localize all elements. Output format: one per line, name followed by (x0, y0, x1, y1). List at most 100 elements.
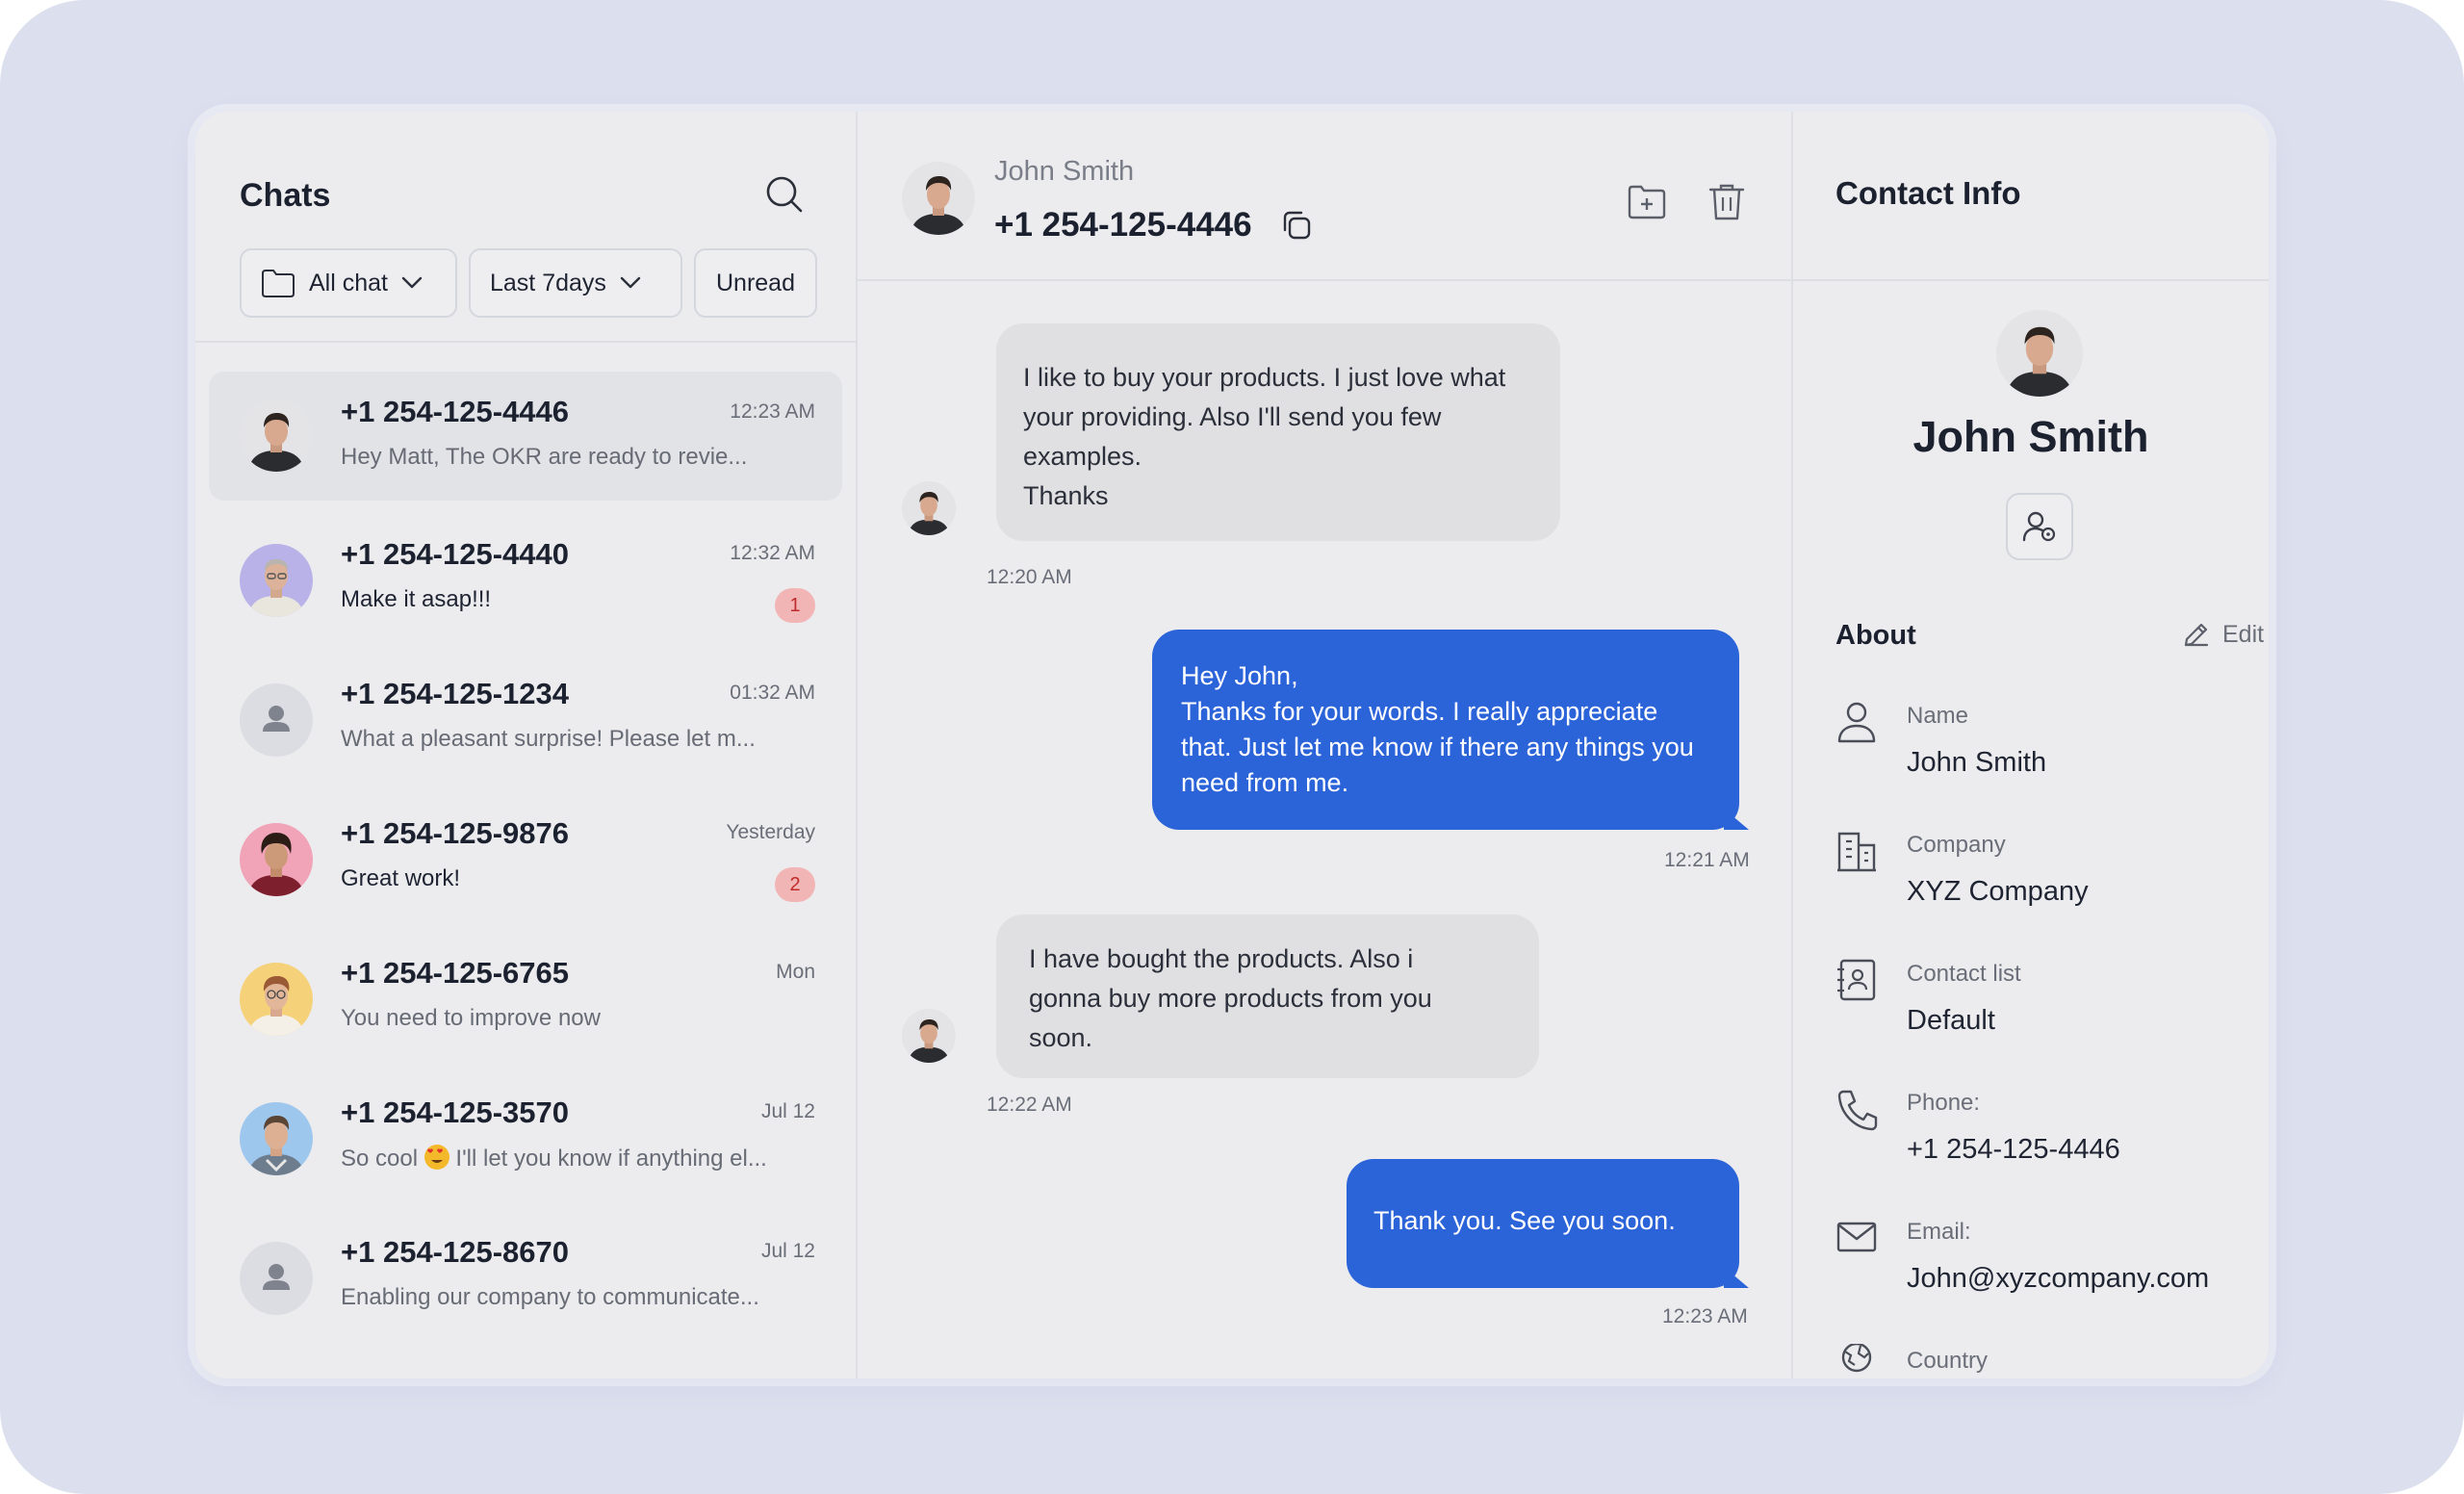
message-time: 12:22 AM (987, 1094, 1072, 1116)
about-heading: About (1835, 620, 1916, 651)
chat-time: 12:23 AM (730, 400, 815, 423)
globe-icon (1835, 1342, 1878, 1378)
contact-info-header: Contact Info (1793, 112, 2269, 281)
chat-sidebar: Chats All chat Last 7days Unread +1 254-… (195, 112, 858, 1378)
message-line: soon. (1029, 1023, 1093, 1052)
field-label: Name (1907, 703, 1969, 729)
chat-item[interactable]: +1 254-125-9876 Great work! Yesterday 2 (195, 790, 856, 930)
field-label: Email: (1907, 1219, 1971, 1245)
folder-icon (262, 270, 295, 297)
date-range-dropdown[interactable]: Last 7days (469, 248, 682, 318)
copy-icon[interactable] (1279, 208, 1314, 243)
field-value: Default (1907, 1005, 1995, 1036)
avatar (240, 1102, 313, 1175)
contact-field-phone: Phone: +1 254-125-4446 (1835, 1086, 2240, 1192)
sidebar-title: Chats (240, 177, 331, 214)
chat-phone: +1 254-125-4440 (341, 537, 570, 571)
message-line: gonna buy more products from you (1029, 984, 1432, 1013)
contact-info-title: Contact Info (1835, 175, 2021, 211)
chevron-down-icon (401, 276, 423, 289)
conversation-phone: +1 254-125-4446 (994, 206, 1252, 244)
message-line: Thanks for your words. I really apprecia… (1181, 697, 1658, 726)
chat-phone: +1 254-125-9876 (341, 816, 570, 850)
message-time: 12:20 AM (987, 566, 1072, 588)
contact-name: John Smith (1912, 412, 2149, 461)
chat-phone: +1 254-125-1234 (341, 677, 570, 710)
message-time: 12:23 AM (1662, 1305, 1748, 1327)
avatar (240, 399, 313, 472)
message-bubble-outgoing: Hey John, Thanks for your words. I reall… (1152, 630, 1739, 830)
chat-item-selected[interactable]: +1 254-125-4446 Hey Matt, The OKR are re… (209, 372, 842, 501)
chat-list: +1 254-125-4446 Hey Matt, The OKR are re… (195, 372, 856, 1349)
heart-eyes-emoji-icon (424, 1145, 449, 1170)
pencil-icon (2184, 623, 2209, 647)
message-line: your providing. Also I'll send you few (1023, 402, 1442, 431)
user-settings-icon (2022, 511, 2056, 542)
field-value: John@xyzcompany.com (1907, 1263, 2210, 1294)
mail-icon (1835, 1215, 1878, 1261)
chat-preview: So cool I'll let you know if anything el… (341, 1145, 767, 1172)
chat-item[interactable]: +1 254-125-4440 Make it asap!!! 12:32 AM… (195, 511, 856, 651)
chat-time: Jul 12 (760, 1100, 815, 1122)
message-line: examples. (1023, 442, 1142, 471)
message-line: Hey John, (1181, 661, 1298, 690)
contact-settings-button[interactable] (2006, 493, 2073, 560)
avatar-placeholder-icon (240, 1242, 313, 1315)
building-icon (1835, 828, 1878, 874)
chat-preview: You need to improve now (341, 1005, 601, 1031)
search-icon[interactable] (763, 173, 806, 216)
chat-preview: Hey Matt, The OKR are ready to revie... (341, 444, 748, 470)
screen-background: Chats All chat Last 7days Unread +1 254-… (0, 0, 2464, 1494)
message-bubble-incoming: I have bought the products. Also i gonna… (996, 914, 1539, 1078)
filter-bar: All chat Last 7days Unread (240, 248, 817, 318)
message-line: I have bought the products. Also i (1029, 944, 1414, 973)
field-label: Country (1907, 1348, 1989, 1374)
message-bubble-outgoing: Thank you. See you soon. (1347, 1159, 1739, 1288)
chat-phone: +1 254-125-4446 (341, 395, 570, 428)
folder-filter-label: All chat (309, 269, 388, 296)
unread-badge: 1 (775, 588, 815, 623)
avatar (902, 162, 975, 235)
avatar (902, 481, 956, 535)
trash-icon[interactable] (1707, 181, 1747, 223)
chat-phone: +1 254-125-3570 (341, 1095, 570, 1129)
conversation-panel: John Smith +1 254-125-4446 I like to buy… (858, 112, 1793, 1378)
chat-phone: +1 254-125-6765 (341, 956, 570, 990)
conversation-header: John Smith +1 254-125-4446 (858, 112, 1791, 281)
messaging-app: Chats All chat Last 7days Unread +1 254-… (195, 112, 2269, 1378)
conversation-contact-name: John Smith (994, 156, 1135, 187)
message-line: Thanks (1023, 481, 1109, 510)
contact-field-email: Email: John@xyzcompany.com (1835, 1215, 2240, 1321)
chevron-down-icon (620, 276, 641, 289)
chat-time: 01:32 AM (730, 682, 815, 704)
avatar-placeholder-icon (240, 683, 313, 757)
message-line: need from me. (1181, 768, 1349, 797)
contact-field-country: Country (1835, 1342, 2240, 1378)
chat-item[interactable]: +1 254-125-8670 Enabling our company to … (195, 1209, 856, 1349)
folder-add-icon[interactable] (1626, 181, 1668, 223)
message-bubble-incoming: I like to buy your products. I just love… (996, 323, 1560, 541)
message-time: 12:21 AM (1664, 849, 1750, 871)
chat-time: Jul 12 (760, 1240, 815, 1262)
chat-item[interactable]: +1 254-125-3570 So cool I'll let you kno… (195, 1069, 856, 1209)
field-value: +1 254-125-4446 (1907, 1134, 2120, 1165)
field-label: Contact list (1907, 961, 2021, 987)
unread-filter-button[interactable]: Unread (694, 248, 817, 318)
unread-filter-label: Unread (716, 269, 795, 296)
chat-preview: Make it asap!!! (341, 586, 492, 612)
folder-filter-dropdown[interactable]: All chat (240, 248, 457, 318)
chat-item[interactable]: +1 254-125-6765 You need to improve now … (195, 930, 856, 1069)
date-range-label: Last 7days (490, 269, 606, 296)
chat-time: Mon (776, 961, 815, 983)
chat-preview-text: I'll let you know if anything el... (449, 1146, 767, 1172)
chat-item[interactable]: +1 254-125-1234 What a pleasant surprise… (195, 651, 856, 790)
chat-preview-text: So cool (341, 1146, 419, 1172)
chat-phone: +1 254-125-8670 (341, 1235, 570, 1269)
field-value: John Smith (1907, 747, 2047, 778)
edit-button[interactable]: Edit (2182, 620, 2264, 649)
avatar (902, 1009, 956, 1063)
avatar (240, 963, 313, 1036)
unread-badge: 2 (775, 867, 815, 902)
contact-book-icon (1835, 957, 1878, 1003)
contact-field-name: Name John Smith (1835, 699, 2240, 805)
